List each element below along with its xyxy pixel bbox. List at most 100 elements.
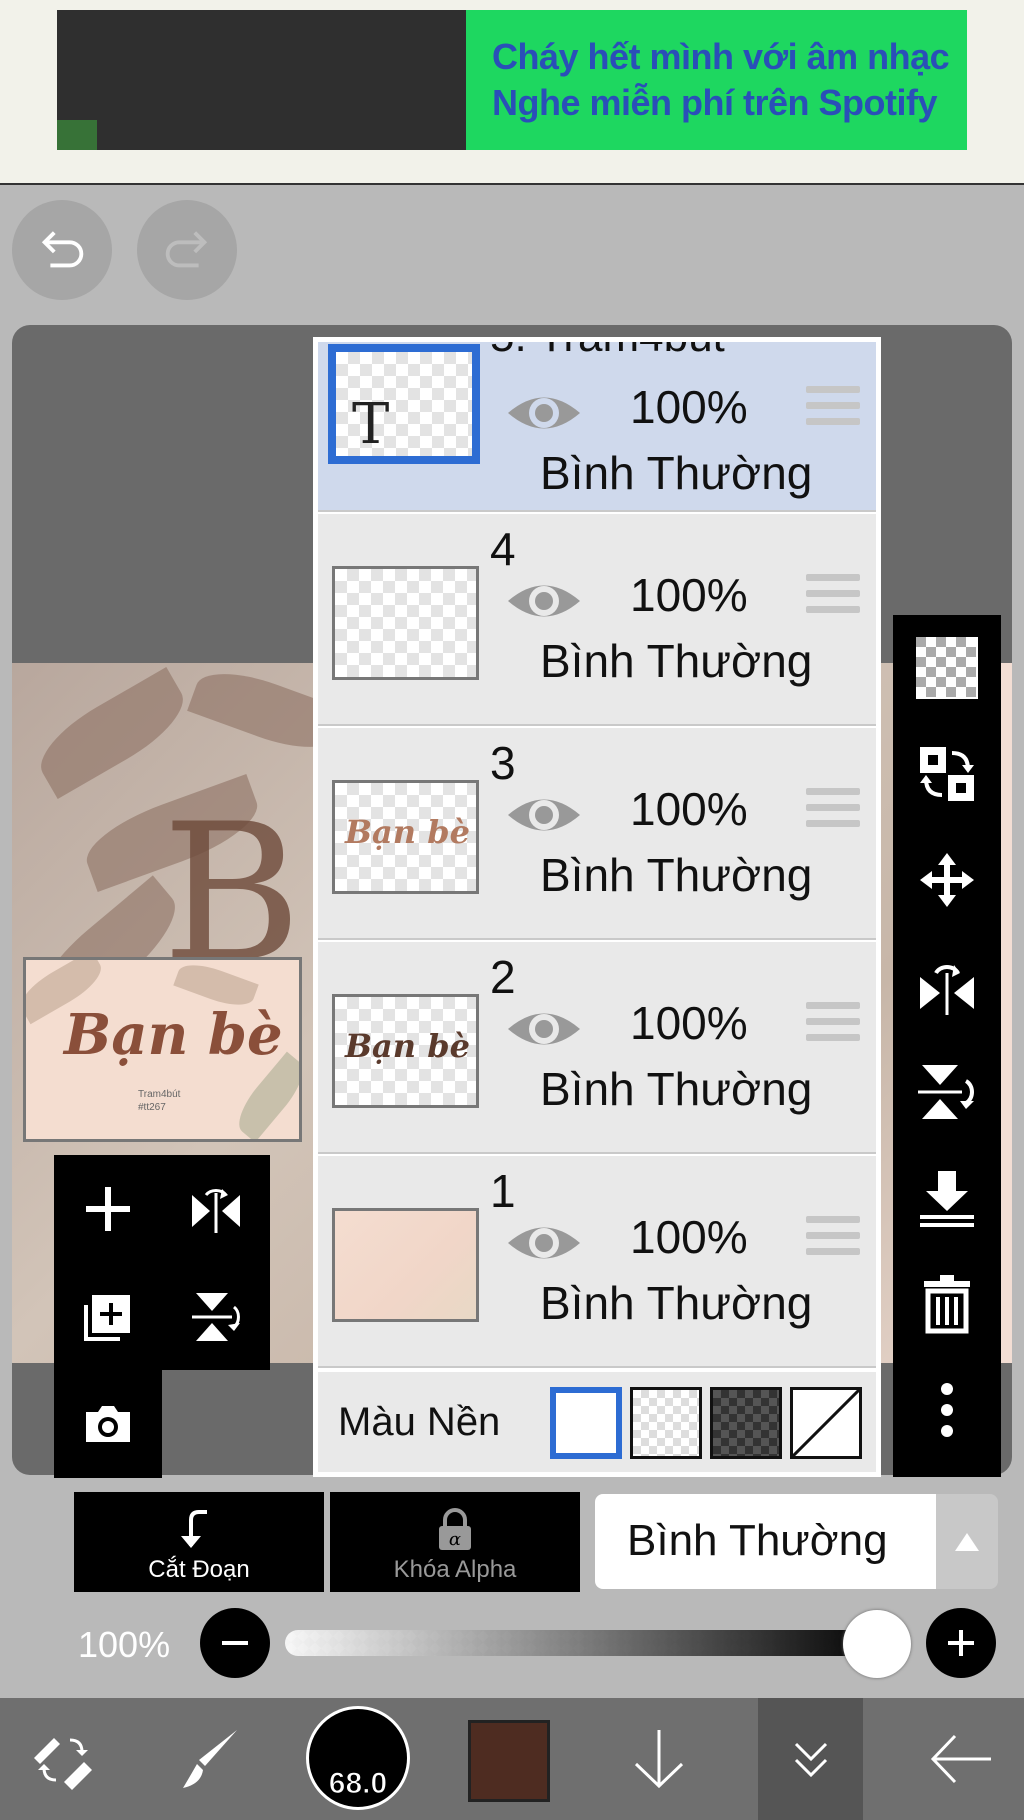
layers-panel: T 5. Tram4bút 100% Bình Thường 4 100% Bì… [313, 337, 881, 1477]
layer-blend-mode: Bình Thường [540, 1277, 813, 1329]
layer-name: 3 [490, 737, 516, 789]
preview-title: Bạn bè [64, 1002, 283, 1068]
color-picker-swatch[interactable] [468, 1720, 550, 1802]
drag-handle-icon[interactable] [806, 1216, 860, 1270]
ad-thumbnail [57, 120, 97, 150]
flip-horizontal-button[interactable] [162, 1155, 270, 1263]
preview-subtitle: Tram4bút #tt267 [138, 1089, 181, 1113]
trash-icon [924, 1275, 970, 1334]
drag-handle-icon[interactable] [806, 788, 860, 842]
drag-handle-icon[interactable] [806, 386, 860, 440]
layer-row[interactable]: T 5. Tram4bút 100% Bình Thường [318, 342, 876, 512]
bg-dark-checker-swatch[interactable] [710, 1387, 782, 1459]
opacity-label: 100% [78, 1624, 171, 1665]
arrow-down-icon [634, 1730, 684, 1789]
right-toolbar [893, 615, 1001, 1477]
bg-white-swatch[interactable] [550, 1387, 622, 1459]
clipping-label: Cắt Đoạn [148, 1556, 250, 1583]
opacity-decrease-button[interactable] [200, 1608, 270, 1678]
brush-eraser-swap-icon [34, 1738, 92, 1790]
layer-blend-mode: Bình Thường [540, 635, 813, 687]
duplicate-layer-button[interactable] [54, 1263, 162, 1371]
drag-handle-icon[interactable] [806, 574, 860, 628]
camera-button[interactable] [54, 1370, 162, 1478]
opacity-increase-button[interactable] [926, 1608, 996, 1678]
background-label: Màu Nền [338, 1400, 501, 1444]
layer-thumbnail: T [328, 344, 480, 464]
layer-opacity: 100% [630, 1211, 748, 1263]
ad-banner[interactable]: Cháy hết mình với âm nhạc Nghe miễn phí … [0, 0, 1024, 185]
layer-down-button[interactable] [604, 1698, 714, 1820]
clipping-button[interactable]: Cắt Đoạn [74, 1492, 324, 1592]
collapse-panel-button[interactable] [758, 1698, 863, 1820]
layer-row[interactable]: 4 100% Bình Thường [318, 514, 876, 726]
eye-icon[interactable] [506, 790, 582, 840]
flip-vertical-button[interactable] [893, 1039, 1001, 1145]
brush-size-value: 68.0 [328, 1767, 388, 1801]
layer-row[interactable]: Bạn bè 3 100% Bình Thường [318, 728, 876, 940]
eye-icon[interactable] [506, 1218, 582, 1268]
redo-icon [165, 231, 208, 268]
bg-none-swatch[interactable] [790, 1387, 862, 1459]
layer-name: 1 [490, 1165, 516, 1217]
swap-icon [920, 747, 974, 801]
bg-checker-swatch[interactable] [630, 1387, 702, 1459]
blend-mode-select[interactable]: Bình Thường [595, 1494, 936, 1589]
layer-blend-mode: Bình Thường [540, 447, 813, 499]
layer-row[interactable]: Bạn bè 2 100% Bình Thường [318, 942, 876, 1154]
brush-tool-button[interactable] [155, 1698, 265, 1820]
layer-thumbnail: Bạn bè [332, 994, 479, 1108]
eye-icon[interactable] [506, 1004, 582, 1054]
redo-button[interactable] [137, 200, 237, 300]
layer-opacity: 100% [630, 783, 748, 835]
ad-spotify[interactable]: Cháy hết mình với âm nhạc Nghe miễn phí … [466, 10, 967, 150]
layer-blend-mode: Bình Thường [540, 849, 813, 901]
merge-down-button[interactable] [893, 1145, 1001, 1251]
layer-row[interactable]: 1 100% Bình Thường [318, 1156, 876, 1368]
swap-button[interactable] [893, 721, 1001, 827]
ad-image [57, 10, 466, 150]
layer-name: 5. Tram4bút [490, 342, 725, 362]
background-color-row: Màu Nền [318, 1372, 876, 1472]
drag-handle-icon[interactable] [806, 1002, 860, 1056]
merge-down-icon [920, 1171, 974, 1227]
layer-thumbnail [332, 1208, 479, 1322]
camera-icon [86, 1406, 130, 1442]
layer-name: 4 [490, 523, 516, 575]
eye-icon[interactable] [506, 576, 582, 626]
move-button[interactable] [893, 827, 1001, 933]
delete-layer-button[interactable] [893, 1251, 1001, 1357]
double-chevron-down-icon [794, 1742, 827, 1778]
opacity-slider-knob[interactable] [843, 1610, 911, 1678]
layer-opacity: 100% [630, 569, 748, 621]
add-layer-button[interactable] [54, 1155, 162, 1263]
more-vertical-icon [941, 1383, 953, 1437]
tool-switch-button[interactable] [8, 1698, 118, 1820]
flip-vertical-icon [192, 1293, 240, 1341]
triangle-up-icon [955, 1532, 979, 1551]
brush-size-indicator[interactable]: 68.0 [306, 1706, 410, 1810]
flip-horizontal-icon [920, 965, 974, 1015]
more-options-button[interactable] [893, 1357, 1001, 1463]
ad-line-1: Cháy hết mình với âm nhạc [492, 36, 950, 77]
back-button[interactable] [905, 1698, 1015, 1820]
bottom-toolbar: 68.0 [0, 1698, 1024, 1820]
move-icon [920, 853, 974, 907]
blend-mode-dropdown-button[interactable] [936, 1494, 998, 1589]
alpha-lock-button[interactable]: α Khóa Alpha [330, 1492, 580, 1592]
blend-mode-value: Bình Thường [627, 1516, 888, 1565]
opacity-slider-track[interactable] [285, 1630, 885, 1656]
plus-icon [948, 1630, 974, 1656]
flip-vertical-icon [918, 1065, 974, 1119]
eye-icon[interactable] [506, 388, 582, 438]
canvas-preview[interactable]: Bạn bè Tram4bút #tt267 [23, 957, 302, 1142]
transparency-button[interactable] [893, 615, 1001, 721]
layer-opacity: 100% [630, 381, 748, 433]
alpha-lock-label: Khóa Alpha [393, 1556, 517, 1583]
flip-vertical-button[interactable] [162, 1263, 270, 1371]
layer-opacity: 100% [630, 997, 748, 1049]
brush-icon [183, 1730, 237, 1788]
undo-button[interactable] [12, 200, 112, 300]
plus-icon [86, 1187, 130, 1231]
flip-horizontal-button[interactable] [893, 933, 1001, 1039]
